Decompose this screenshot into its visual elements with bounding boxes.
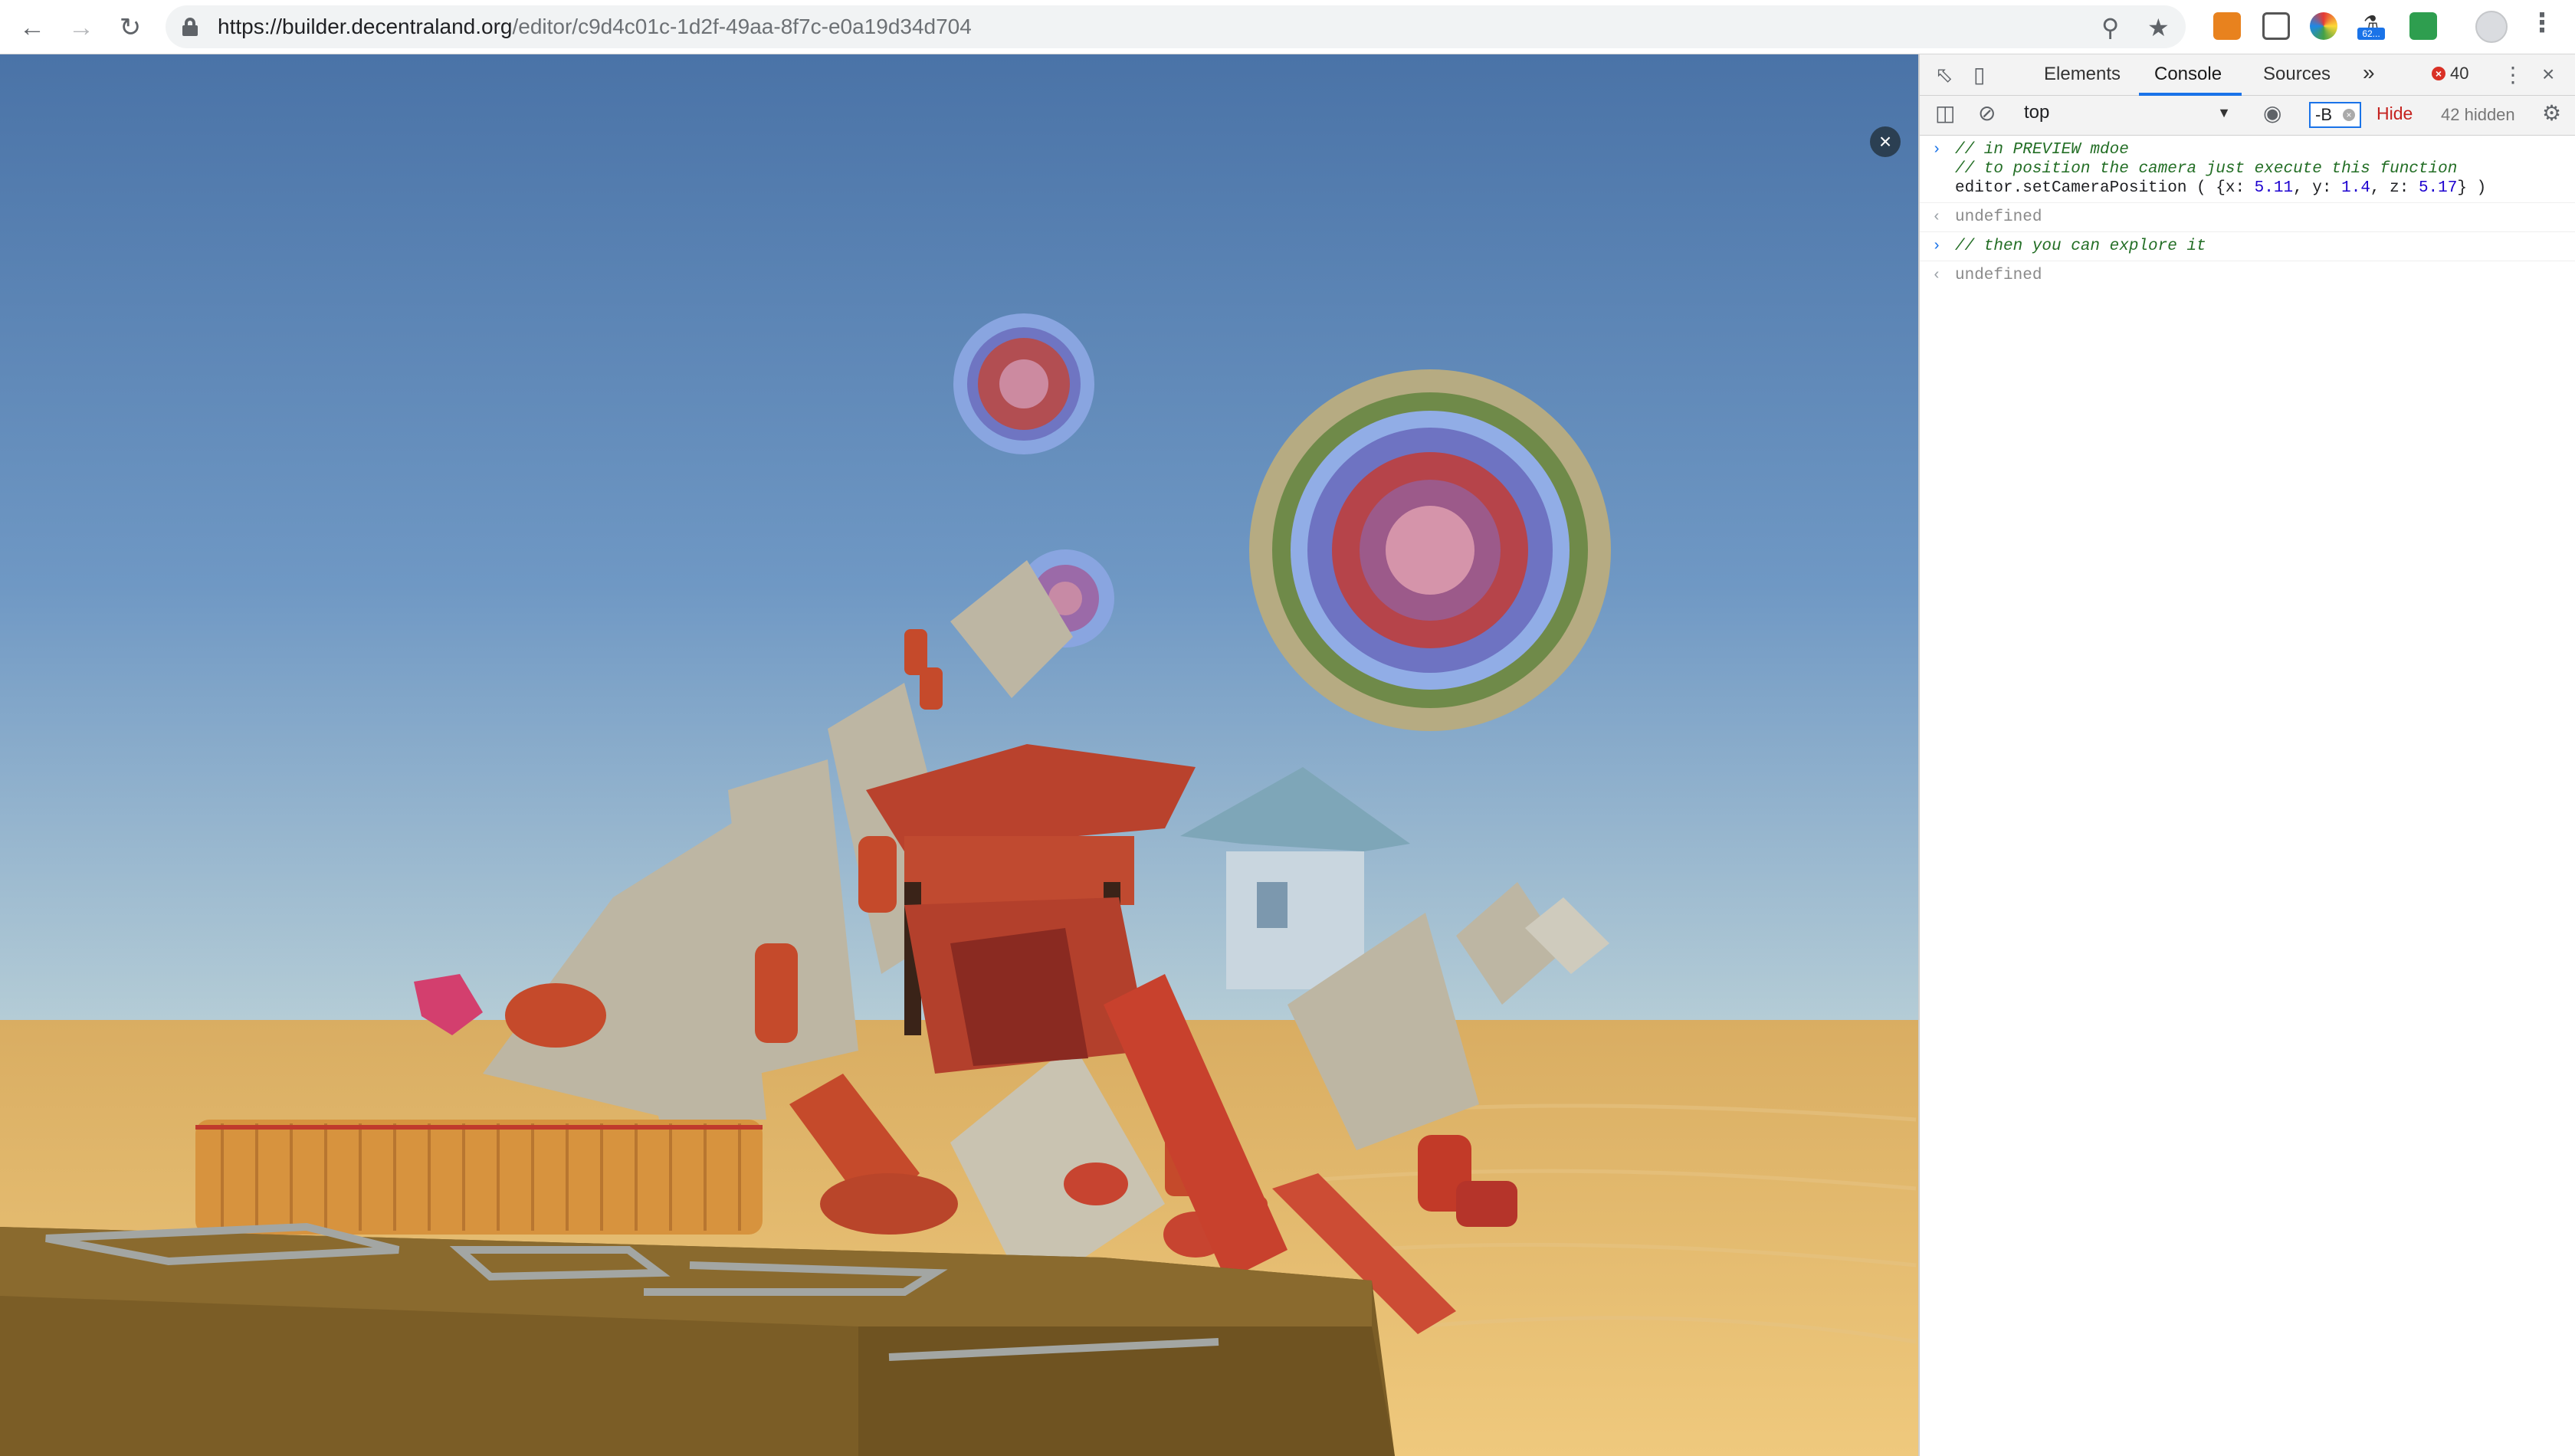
hide-network-button[interactable]: Hide [2377,103,2413,124]
extension-badge: 62... [2357,28,2385,40]
profile-avatar[interactable] [2475,11,2508,43]
tab-elements[interactable]: Elements [2044,64,2121,85]
context-select[interactable]: top ▼ [2024,102,2234,128]
code-line: editor.setCameraPosition ( {x: 5.11, y: … [1955,179,2487,197]
color-wheel-extension-icon[interactable] [2310,12,2337,40]
devtools-menu-icon[interactable]: ⋮ [2502,62,2524,87]
result-value: undefined [1955,267,2042,284]
devtools-panel: ⬁ ▯ Elements Console Sources » × 40 ⋮ × … [1918,54,2575,1456]
code-comment: // then you can explore it [1955,238,2206,255]
console-messages: › // in PREVIEW mdoe // to position the … [1920,136,2575,290]
small-disc [953,313,1094,454]
code-comment: // to position the camera just execute t… [1955,160,2458,178]
filter-value: -B [2315,105,2332,124]
sidebar-toggle-icon[interactable]: ◫ [1935,100,1955,126]
pocket-extension-icon[interactable] [2262,12,2290,40]
console-toolbar: ◫ ⊘ top ▼ ◉ -B × Hide 42 hidden ⚙ [1920,96,2575,136]
lab-extension-icon[interactable]: ⚗ 62... [2357,12,2385,40]
more-tabs-button[interactable]: » [2363,61,2375,85]
zoom-icon[interactable]: ⚲ [2101,13,2119,42]
clear-console-icon[interactable]: ⊘ [1978,100,1996,126]
console-filter-input[interactable]: -B × [2309,102,2361,128]
error-count: 40 [2450,64,2469,83]
close-preview-button[interactable]: × [1870,126,1901,157]
console-result-entry: ‹ undefined [1920,203,2575,232]
close-devtools-icon[interactable]: × [2542,62,2554,87]
error-count-badge[interactable]: × 40 [2432,64,2468,84]
inspect-element-icon[interactable]: ⬁ [1935,62,1953,87]
console-result-entry: ‹ undefined [1920,261,2575,290]
metamask-extension-icon[interactable] [2213,12,2241,40]
large-disc [1249,369,1611,731]
console-settings-gear-icon[interactable]: ⚙ [2542,100,2561,126]
lock-icon [182,18,198,36]
console-input-entry: › // then you can explore it [1920,232,2575,261]
url-path: /editor/c9d4c01c-1d2f-49aa-8f7c-e0a19d34… [512,15,972,38]
scene-render [0,54,1918,1456]
green-extension-icon[interactable] [2409,12,2437,40]
context-value: top [2024,102,2050,123]
tab-console[interactable]: Console [2154,64,2222,85]
tab-sources[interactable]: Sources [2263,64,2331,85]
scene-viewport[interactable]: × [0,54,1918,1456]
barrel-fence [195,1120,763,1235]
result-value: undefined [1955,208,2042,226]
back-arrow-icon[interactable]: ← [15,11,49,44]
hidden-messages-count: 42 hidden [2441,105,2515,124]
console-input-entry: › // in PREVIEW mdoe // to position the … [1920,136,2575,203]
device-toolbar-icon[interactable]: ▯ [1973,62,1985,87]
url-text[interactable]: https://builder.decentraland.org/editor/… [218,15,972,39]
bookmark-star-icon[interactable]: ★ [2147,13,2170,42]
forward-arrow-icon[interactable]: → [64,11,98,44]
chrome-menu-icon[interactable]: ⋮ [2529,8,2555,38]
error-icon: × [2432,67,2445,80]
devtools-tab-bar: ⬁ ▯ Elements Console Sources » × 40 ⋮ × [1920,54,2575,96]
url-host: https://builder.decentraland.org [218,15,513,38]
tomato [1064,1163,1128,1205]
browser-toolbar: ← → ↻ https://builder.decentraland.org/e… [0,0,2575,54]
address-bar[interactable]: https://builder.decentraland.org/editor/… [166,5,2186,48]
reload-icon[interactable]: ↻ [113,11,147,44]
result-arrow-icon: ‹ [1932,267,1942,284]
result-arrow-icon: ‹ [1932,208,1942,226]
code-comment: // in PREVIEW mdoe [1955,141,2129,159]
dropdown-arrow-icon: ▼ [2217,105,2231,120]
input-chevron-icon: › [1932,238,1942,255]
input-chevron-icon: › [1932,141,1942,159]
live-expression-eye-icon[interactable]: ◉ [2263,100,2281,126]
clear-filter-icon[interactable]: × [2343,109,2355,121]
